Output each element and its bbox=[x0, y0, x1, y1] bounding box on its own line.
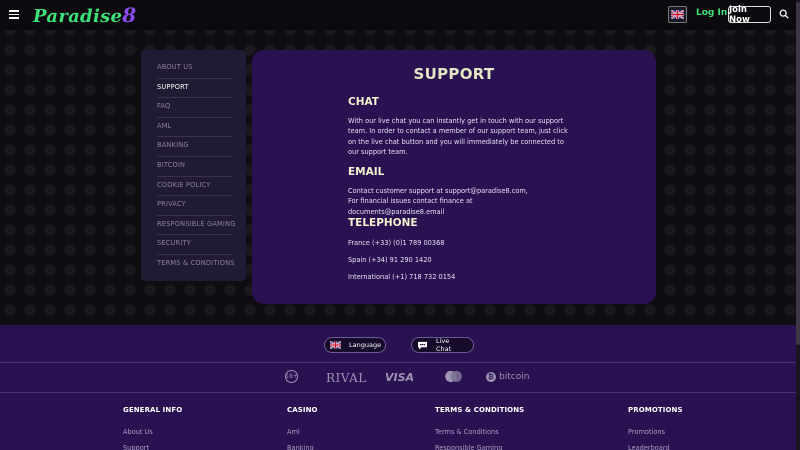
footer-column: CASINO Aml Banking bbox=[287, 406, 318, 450]
footer-column-heading: CASINO bbox=[287, 406, 318, 414]
brand-logo[interactable]: Paradise8 bbox=[33, 3, 137, 27]
logo-text: Paradise bbox=[33, 6, 123, 27]
language-flag-button[interactable] bbox=[668, 6, 687, 23]
footer-link[interactable]: Leaderboard bbox=[628, 444, 683, 450]
support-card: SUPPORT CHAT With our live chat you can … bbox=[252, 50, 656, 304]
age-restriction-icon: 18+ bbox=[285, 370, 298, 383]
email-finance-line: For financial issues contact finance at … bbox=[348, 197, 473, 216]
footer-link[interactable]: Responsible Gaming bbox=[435, 444, 524, 450]
search-icon[interactable] bbox=[779, 9, 789, 19]
sidebar-item-privacy[interactable]: PRIVACY bbox=[157, 196, 232, 216]
page-scrollbar[interactable] bbox=[796, 0, 800, 450]
footer-link[interactable]: Banking bbox=[287, 444, 318, 450]
footer-column: PROMOTIONS Promotions Leaderboard bbox=[628, 406, 683, 450]
bitcoin-label: bitcoin bbox=[499, 372, 530, 382]
sidebar-item-support[interactable]: SUPPORT bbox=[157, 79, 232, 99]
email-heading: EMAIL bbox=[348, 166, 385, 178]
language-button[interactable]: Language bbox=[324, 337, 386, 353]
sidebar-item-banking[interactable]: BANKING bbox=[157, 137, 232, 157]
telephone-heading: TELEPHONE bbox=[348, 217, 418, 229]
chat-heading: CHAT bbox=[348, 96, 379, 108]
footer-divider bbox=[0, 392, 800, 393]
mastercard-logo-icon bbox=[445, 370, 462, 383]
help-sidebar: ABOUT US SUPPORT FAQ AML BANKING BITCOIN COOKI… bbox=[141, 50, 246, 281]
chat-section: CHAT With our live chat you can instantl… bbox=[348, 96, 568, 158]
phone-france: France (+33) (0)1 789 00368 bbox=[348, 239, 445, 247]
language-label: Language bbox=[349, 341, 382, 349]
phone-spain: Spain (+34) 91 290 1420 bbox=[348, 256, 432, 264]
footer-column-heading: TERMS & CONDITIONS bbox=[435, 406, 525, 414]
uk-flag-icon bbox=[671, 10, 684, 19]
sidebar-item-security[interactable]: SECURITY bbox=[157, 235, 232, 255]
sidebar-item-terms-conditions[interactable]: TERMS & CONDITIONS bbox=[157, 255, 234, 275]
bitcoin-logo: ₿ bitcoin bbox=[486, 372, 529, 382]
bitcoin-icon: ₿ bbox=[486, 372, 496, 382]
top-header: Paradise8 Log In Join Now bbox=[0, 0, 800, 30]
live-chat-label: Live Chat bbox=[436, 337, 452, 353]
email-support-line: Contact customer support at support@para… bbox=[348, 187, 528, 195]
live-chat-button[interactable]: Live Chat bbox=[411, 337, 474, 353]
sidebar-item-about-us[interactable]: ABOUT US bbox=[157, 59, 232, 79]
footer-column-heading: PROMOTIONS bbox=[628, 406, 683, 414]
telephone-section: TELEPHONE France (+33) (0)1 789 00368 Sp… bbox=[348, 217, 568, 282]
footer-column-heading: GENERAL INFO bbox=[123, 406, 183, 414]
footer-divider bbox=[0, 362, 800, 363]
sidebar-item-bitcoin[interactable]: BITCOIN bbox=[157, 157, 232, 177]
rival-logo: RIVAL bbox=[326, 371, 367, 385]
login-link[interactable]: Log In bbox=[696, 8, 727, 18]
sidebar-item-responsible-gaming[interactable]: RESPONSIBLE GAMING bbox=[157, 216, 235, 236]
footer-link[interactable]: Aml bbox=[287, 428, 318, 436]
sidebar-item-faq[interactable]: FAQ bbox=[157, 98, 232, 118]
uk-flag-icon bbox=[330, 341, 341, 349]
join-now-button[interactable]: Join Now bbox=[728, 5, 771, 25]
site-footer: Language Live Chat 18+ RIVAL VISA ₿ bitc… bbox=[0, 325, 800, 450]
footer-column: GENERAL INFO About Us Support bbox=[123, 406, 182, 450]
logo-number: 8 bbox=[122, 3, 137, 27]
payment-logos: 18+ RIVAL VISA ₿ bitcoin bbox=[0, 368, 800, 388]
chat-body: With our live chat you can instantly get… bbox=[348, 117, 568, 157]
email-section: EMAIL Contact customer support at suppor… bbox=[348, 166, 568, 217]
footer-column: TERMS & CONDITIONS Terms & Conditions Resp… bbox=[435, 406, 524, 450]
footer-link[interactable]: Support bbox=[123, 444, 182, 450]
scrollbar-thumb[interactable] bbox=[796, 2, 800, 345]
menu-icon[interactable] bbox=[9, 10, 19, 19]
footer-link[interactable]: Promotions bbox=[628, 428, 683, 436]
sidebar-item-cookie-policy[interactable]: COOKIE POLICY bbox=[157, 177, 232, 197]
visa-logo: VISA bbox=[385, 371, 415, 384]
footer-link[interactable]: About Us bbox=[123, 428, 182, 436]
page-title: SUPPORT bbox=[413, 65, 495, 83]
phone-international: International (+1) 718 732 0154 bbox=[348, 273, 456, 281]
sidebar-item-aml[interactable]: AML bbox=[157, 118, 232, 138]
footer-link[interactable]: Terms & Conditions bbox=[435, 428, 524, 436]
chat-bubble-icon bbox=[418, 341, 427, 350]
